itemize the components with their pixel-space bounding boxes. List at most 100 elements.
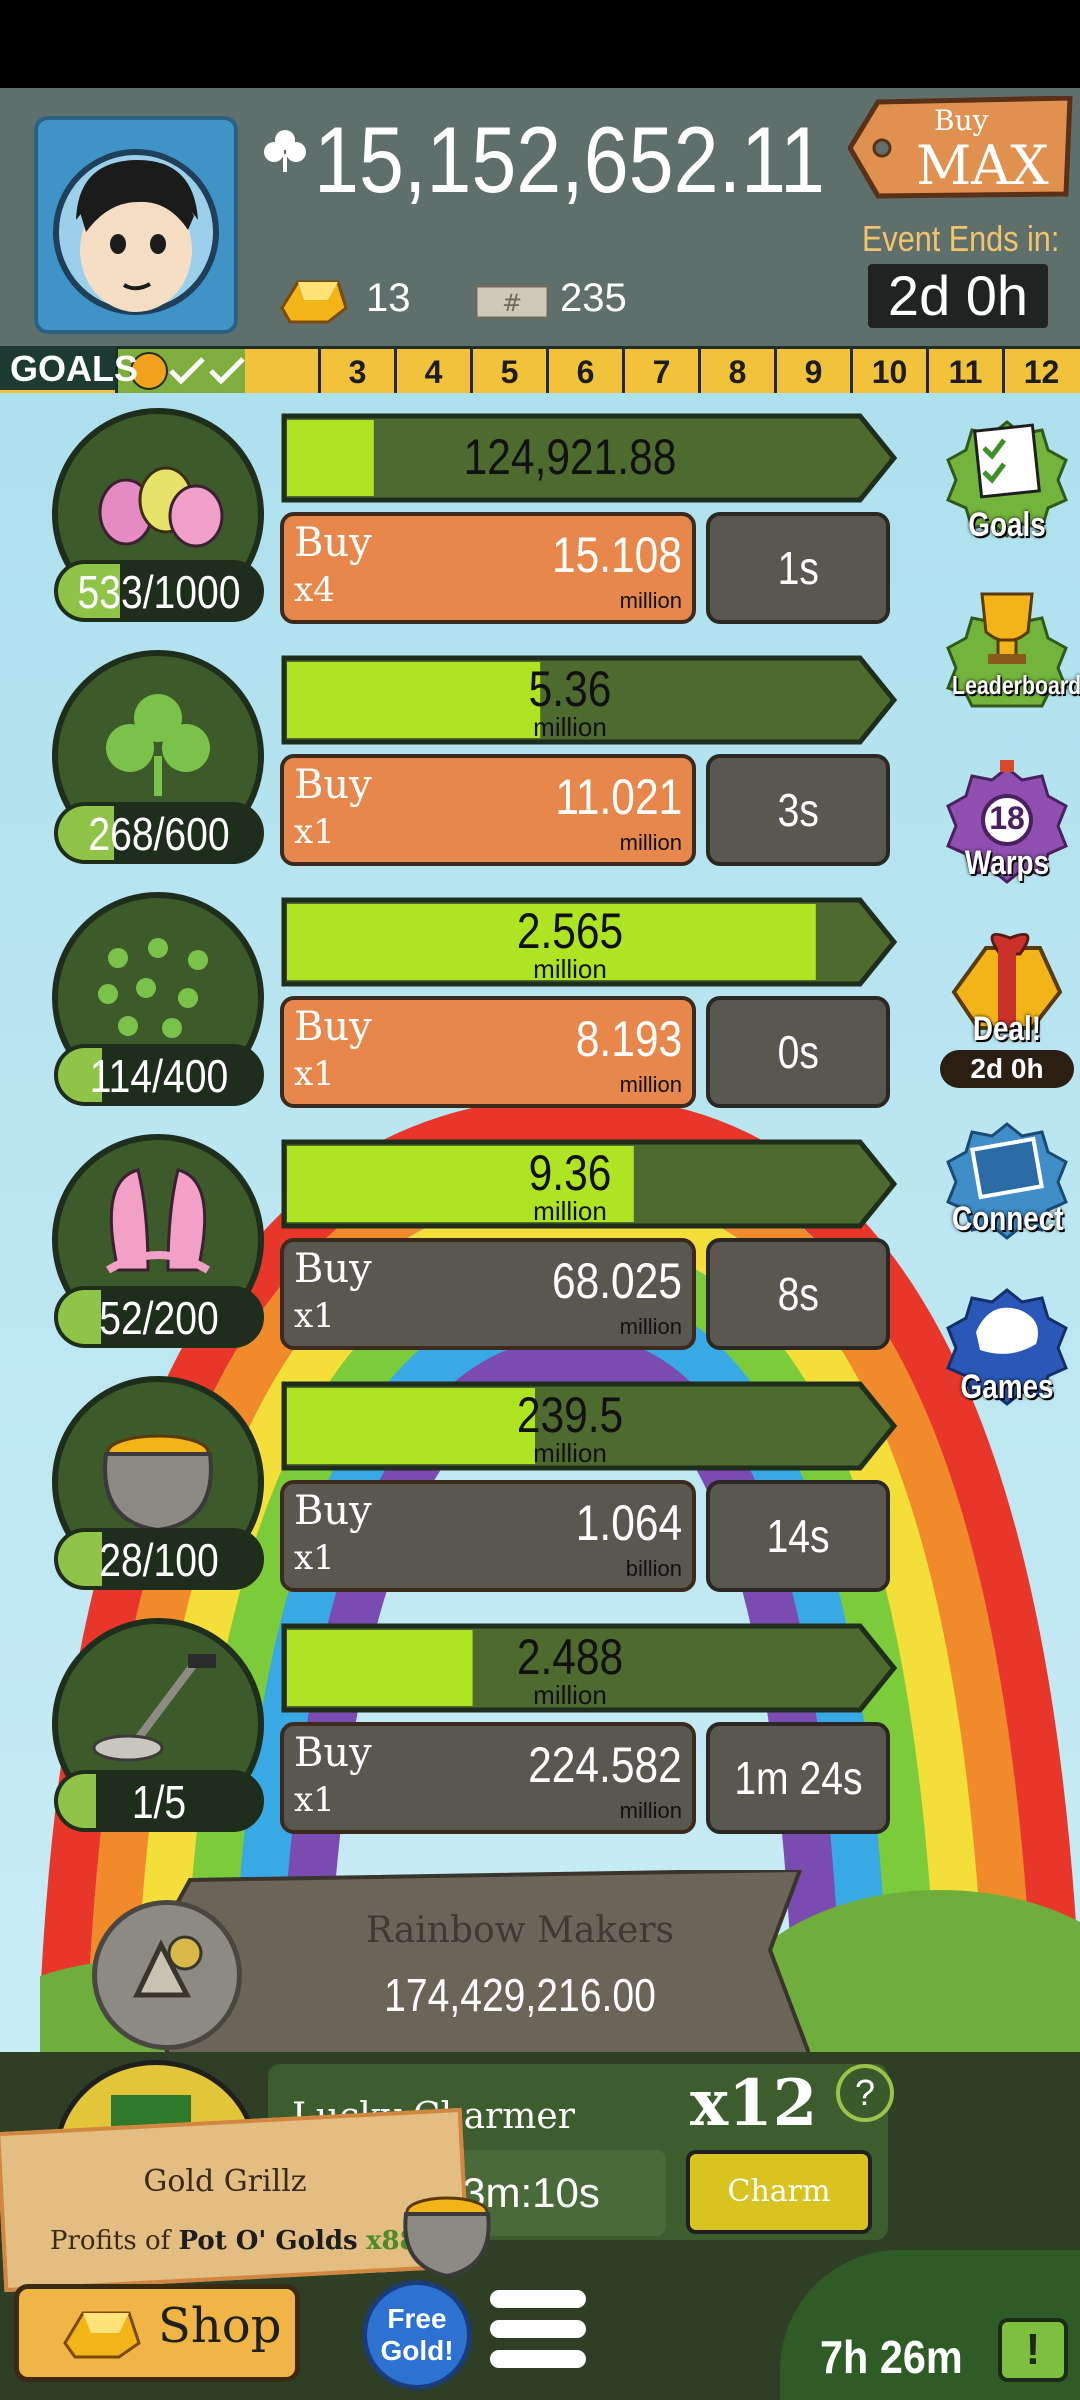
revenue-unit: million: [533, 1680, 607, 1710]
menu-icon[interactable]: [490, 2290, 586, 2370]
eggs-icon: [98, 466, 224, 548]
charm-multiplier: x12: [690, 2066, 818, 2141]
menu-line: [490, 2290, 586, 2308]
revenue-unit: million: [533, 1438, 607, 1468]
cycle-timer: 3s: [706, 754, 890, 866]
cycle-timer: 1m 24s: [706, 1722, 890, 1834]
owned-count-pill: 28/100: [54, 1528, 264, 1590]
owned-count-pill: 268/600: [54, 802, 264, 864]
revenue-value: 2.565: [516, 903, 624, 959]
revenue-progress-bar[interactable]: 2.565 million: [280, 896, 900, 988]
buy-label: Buy: [294, 1488, 372, 1534]
owned-count: 52/200: [99, 1292, 219, 1344]
gold-bar-icon: [280, 280, 348, 324]
deal-side-button[interactable]: Deal! 2d 0h: [940, 932, 1074, 1092]
buy-max-label-top: Buy: [934, 104, 989, 137]
owned-count: 28/100: [99, 1534, 219, 1586]
buy-price-unit: million: [619, 1072, 682, 1097]
buy-max-label-main: MAX: [916, 134, 1049, 197]
buy-label: Buy: [294, 1004, 372, 1050]
cycle-time: 0s: [777, 1026, 819, 1078]
buy-button[interactable]: Buy x1 224.582 million: [280, 1722, 696, 1834]
buy-multiplier: x1: [294, 812, 335, 852]
owned-count: 114/400: [89, 1050, 229, 1102]
goals-label: GOALS: [0, 346, 138, 390]
manager-name: Rainbow Makers: [365, 1910, 675, 1951]
revenue-progress-bar[interactable]: 5.36 million: [280, 654, 900, 746]
revenue-progress-bar[interactable]: 239.5 million: [280, 1380, 900, 1472]
cycle-time: 1s: [777, 542, 819, 594]
tooltip-desc-prefix: Profits of: [50, 2226, 171, 2256]
header: 15,152,652.11 13 # 235 Buy MAX Event End…: [0, 88, 1080, 346]
tooltip-desc-target: Pot O' Golds: [178, 2226, 358, 2256]
tooltip-description: Profits of Pot O' Golds x88: [50, 2226, 418, 2256]
cycle-time: 1m 24s: [733, 1752, 863, 1804]
clover-field-icon: [98, 938, 208, 1038]
clover-currency-icon: [264, 130, 306, 172]
owned-count: 268/600: [88, 808, 230, 860]
tv-timer: 7h 26m: [820, 2331, 963, 2383]
buy-price-unit: million: [619, 830, 682, 855]
charm-help-button[interactable]: ?: [836, 2064, 894, 2122]
menu-line: [490, 2350, 586, 2368]
revenue-value: 5.36: [528, 661, 612, 717]
status-bar: [0, 0, 1080, 88]
buy-button[interactable]: Buy x1 11.021 million: [280, 754, 696, 866]
bunny-ears-icon: [105, 1168, 211, 1274]
goal-number: 4: [394, 349, 470, 393]
event-timer: 2d 0h: [868, 264, 1048, 328]
revenue-progress-bar[interactable]: 124,921.88: [280, 412, 900, 504]
buy-button[interactable]: Buy x4 15.108 million: [280, 512, 696, 624]
goal-number: 6: [546, 349, 622, 393]
buy-button[interactable]: Buy x1 1.064 billion: [280, 1480, 696, 1592]
buy-label: Buy: [294, 1730, 372, 1776]
warps-side-label: Warps: [964, 844, 1050, 882]
revenue-value: 239.5: [516, 1387, 624, 1443]
buy-price-unit: billion: [625, 1556, 682, 1581]
goals-side-button[interactable]: Goals: [940, 418, 1074, 568]
buy-button[interactable]: Buy x1 8.193 million: [280, 996, 696, 1108]
goals-progress-bar[interactable]: 3 4 5 6 7 8 9 10 11 12: [0, 346, 1080, 396]
tv-alert-icon[interactable]: !: [998, 2318, 1068, 2382]
buy-price-unit: million: [619, 1314, 682, 1339]
buy-price: 11.021: [555, 769, 682, 825]
connect-side-button[interactable]: Connect: [940, 1120, 1074, 1270]
revenue-progress-bar[interactable]: 2.488 million: [280, 1622, 900, 1714]
owned-count: 1/5: [131, 1776, 187, 1828]
currency-value: 15,152,652.11: [314, 107, 825, 212]
manager-value: 174,429,216.00: [384, 1969, 656, 2021]
buy-price: 224.582: [528, 1737, 682, 1793]
revenue-progress-bar[interactable]: 9.36 million: [280, 1138, 900, 1230]
goals-side-label: Goals: [968, 506, 1046, 544]
revenue-unit: million: [533, 1196, 607, 1226]
warps-side-button[interactable]: 18 Warps: [940, 758, 1074, 908]
revenue-unit: million: [533, 712, 607, 742]
clover-icon: [106, 694, 210, 796]
deal-timer: 2d 0h: [940, 1050, 1074, 1088]
free-gold-button[interactable]: Free Gold!: [362, 2280, 472, 2390]
cycle-timer: 1s: [706, 512, 890, 624]
gold-bar-icon: [63, 2311, 141, 2359]
buy-multiplier: x1: [294, 1054, 335, 1094]
games-side-button[interactable]: Games: [940, 1280, 1074, 1430]
deal-side-label: Deal!: [972, 1010, 1042, 1048]
buy-max-button[interactable]: Buy MAX: [847, 95, 1074, 200]
buy-button[interactable]: Buy x1 68.025 million: [280, 1238, 696, 1350]
goal-number: 9: [774, 349, 850, 393]
goal-number: 5: [470, 349, 546, 393]
menu-line: [490, 2320, 586, 2338]
owned-count-pill: 114/400: [54, 1044, 264, 1106]
buy-multiplier: x1: [294, 1296, 335, 1336]
player-avatar[interactable]: [34, 116, 238, 334]
owned-count-pill: 533/1000: [54, 560, 264, 622]
goal-number: 10: [850, 349, 926, 393]
cycle-time: 8s: [777, 1268, 819, 1320]
manager-avatar[interactable]: [92, 1900, 242, 2050]
leaderboard-side-button[interactable]: Leaderboard: [940, 588, 1080, 738]
charm-button[interactable]: Charm: [686, 2150, 872, 2234]
buy-price: 68.025: [552, 1253, 682, 1309]
goal-number: 8: [698, 349, 774, 393]
svg-text:#: #: [502, 289, 522, 317]
revenue-unit: million: [533, 954, 607, 984]
goal-number: 12: [1002, 349, 1078, 393]
